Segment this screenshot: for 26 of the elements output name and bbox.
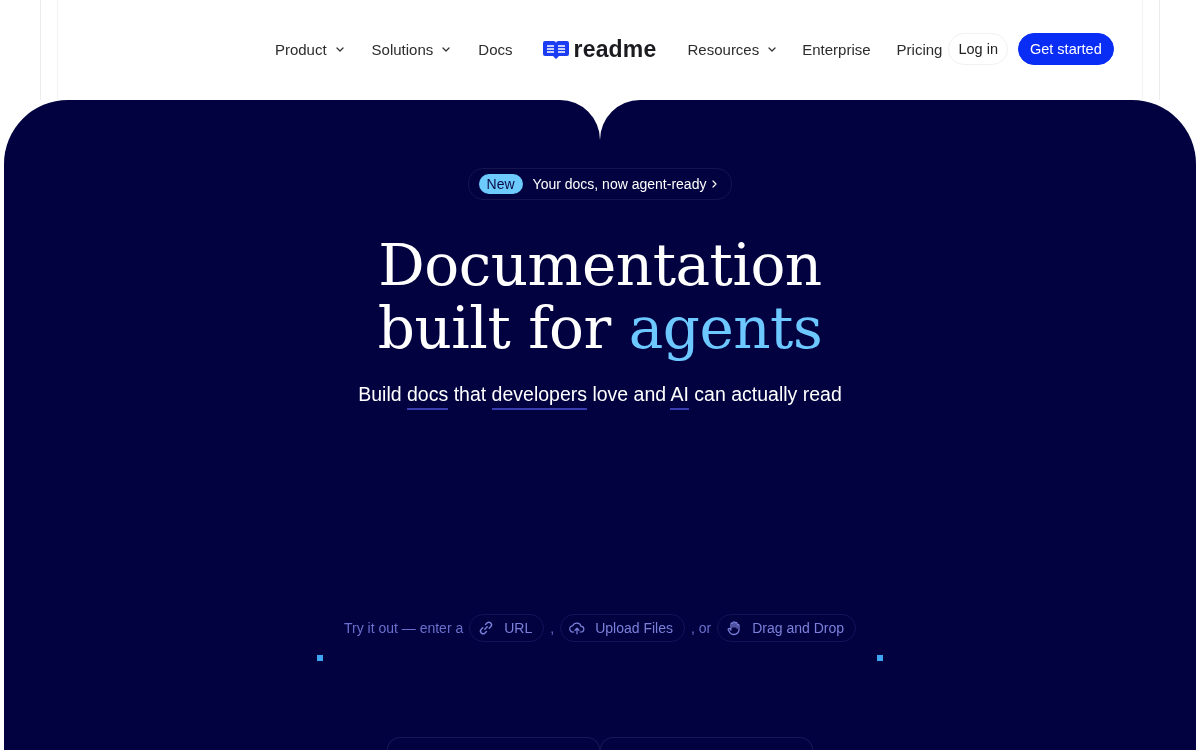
announcement-text: Your docs, now agent-ready [532, 176, 707, 192]
corner-mark-icon [317, 655, 323, 661]
prompt-text: Try it out — enter a [343, 620, 464, 636]
nav-link[interactable]: Solutions [371, 40, 451, 58]
prompt-text: , [550, 620, 555, 636]
nav-link[interactable]: Pricing [896, 40, 943, 58]
hero-heading: Documentation built for agents [376, 234, 824, 360]
nav-link[interactable]: Product [274, 40, 344, 58]
chevron-right-icon [712, 180, 718, 188]
link-icon [478, 620, 495, 636]
input-option-button[interactable]: Drag and Drop [717, 614, 857, 642]
nav-link[interactable]: Docs [478, 40, 513, 58]
new-badge: New [478, 174, 523, 194]
book-icon [543, 38, 570, 60]
prompt-text: , or [691, 620, 712, 636]
login-button[interactable]: Log in [948, 33, 1008, 65]
nav-link[interactable]: Resources [687, 40, 777, 58]
cloud-upload-icon [569, 620, 586, 636]
readme-logo[interactable]: readme [543, 35, 657, 63]
corner-mark-icon [877, 655, 883, 661]
announcement-link[interactable]: New Your docs, now agent-ready [467, 168, 733, 200]
input-option-button[interactable]: Upload Files [560, 614, 685, 642]
input-option-button[interactable]: URL [469, 614, 545, 642]
nav-link[interactable]: Enterprise [802, 40, 871, 58]
get-started-button[interactable]: Get started [1017, 33, 1114, 65]
hand-icon [726, 620, 743, 636]
